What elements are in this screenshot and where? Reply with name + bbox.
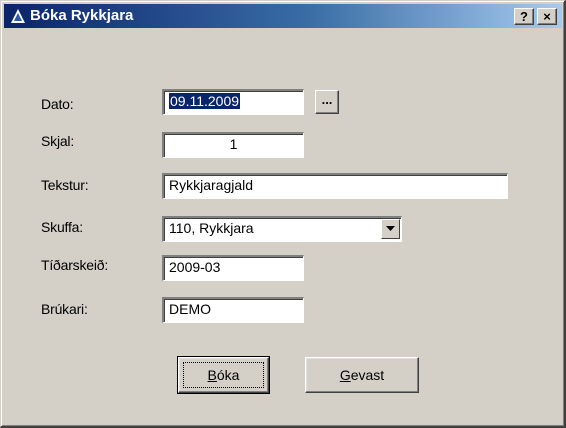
focus-rect (183, 362, 264, 388)
skjal-field[interactable]: 1 (162, 132, 304, 158)
skuffa-select[interactable]: 110, Rykkjara (162, 216, 402, 242)
skuffa-label: Skuffa: (41, 219, 83, 235)
dato-field[interactable]: 09.11.2009 (162, 89, 304, 115)
skuffa-value: 110, Rykkjara (169, 220, 254, 236)
brukari-label: Brúkari: (41, 301, 88, 317)
chevron-down-icon[interactable] (381, 219, 400, 239)
date-picker-button[interactable]: ... (315, 90, 339, 114)
tekstur-label: Tekstur: (41, 177, 89, 193)
dato-label: Dato: (41, 96, 74, 112)
brukari-field[interactable]: DEMO (162, 297, 304, 323)
dialog-window: Bóka Rykkjara ? × Dato: 09.11.2009 ... S… (0, 0, 566, 428)
gevast-label-rest: evast (350, 367, 385, 383)
tidarskeid-field[interactable]: 2009-03 (162, 255, 304, 281)
window-title: Bóka Rykkjara (30, 7, 134, 24)
app-triangle-icon (10, 8, 26, 24)
skjal-value: 1 (229, 136, 238, 152)
tidarskeid-value: 2009-03 (169, 259, 221, 275)
brukari-value: DEMO (169, 301, 211, 317)
close-button[interactable]: × (537, 8, 557, 25)
tidarskeid-label: Tíðarskeið: (41, 257, 109, 273)
title-bar[interactable]: Bóka Rykkjara ? × (4, 4, 562, 28)
help-button[interactable]: ? (514, 8, 534, 25)
boka-button[interactable]: Bóka (177, 356, 270, 394)
tekstur-value: Rykkjaragjald (169, 177, 254, 193)
skjal-label: Skjal: (41, 133, 75, 149)
tekstur-field[interactable]: Rykkjaragjald (162, 173, 508, 199)
gevast-button[interactable]: Gevast (305, 357, 419, 393)
dato-value: 09.11.2009 (169, 93, 241, 109)
gevast-mnemonic: G (339, 367, 351, 383)
